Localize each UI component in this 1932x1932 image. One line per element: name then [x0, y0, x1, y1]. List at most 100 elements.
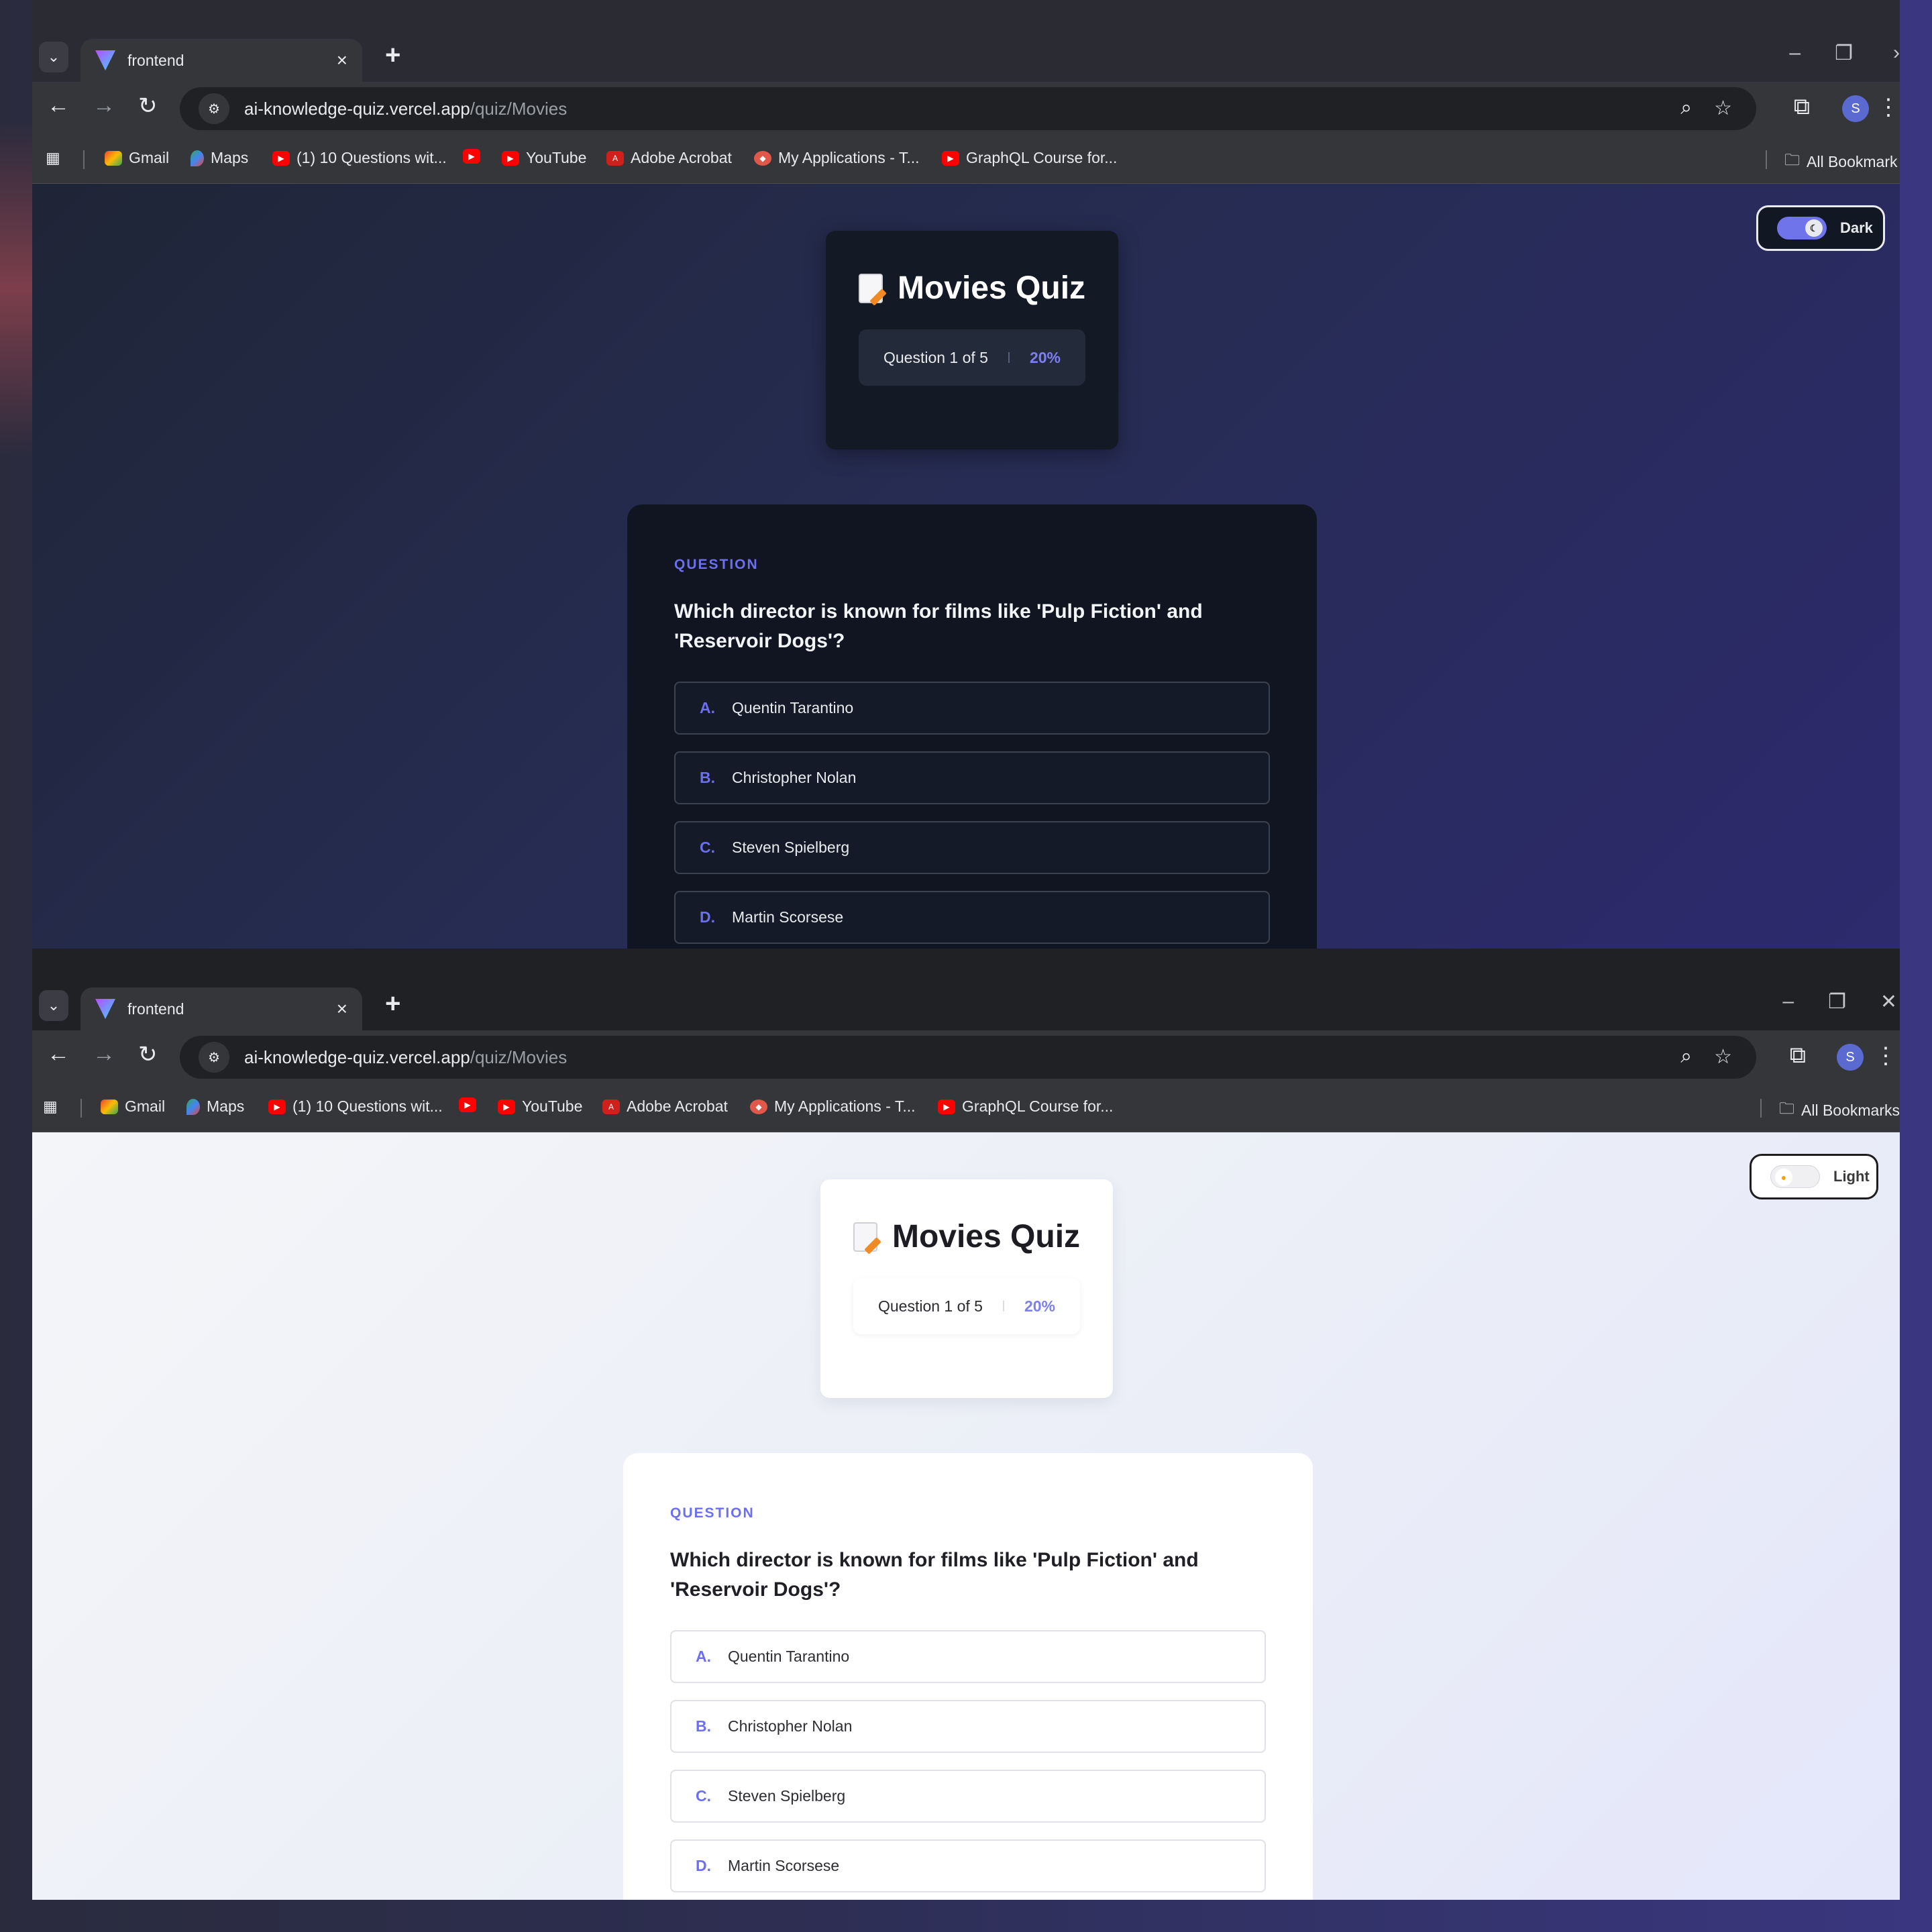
- tab-title: frontend: [127, 51, 184, 69]
- toggle-switch[interactable]: ☾: [1777, 217, 1827, 239]
- page-title: Movies Quiz: [897, 270, 1086, 306]
- bookmark-separator: [83, 150, 85, 169]
- tab-search-button[interactable]: ⌄: [39, 990, 68, 1021]
- tab-title: frontend: [127, 1000, 184, 1018]
- youtube-icon: ▶: [498, 1099, 515, 1114]
- bookmark-star-icon[interactable]: ☆: [1714, 97, 1732, 120]
- restore-icon[interactable]: ❐: [1835, 42, 1853, 65]
- back-arrow-icon[interactable]: ←: [47, 1041, 70, 1067]
- question-label: QUESTION: [670, 1505, 755, 1521]
- answer-option-a[interactable]: A. Quentin Tarantino: [674, 682, 1270, 735]
- apps-grid-icon[interactable]: ▦: [46, 149, 60, 167]
- reload-icon[interactable]: ↻: [138, 1041, 158, 1068]
- acrobat-icon: A: [602, 1099, 620, 1114]
- gmail-icon: [105, 150, 122, 166]
- theme-toggle[interactable]: ● Light: [1750, 1154, 1878, 1199]
- bookmark-my-applications[interactable]: ◆ My Applications - T...: [750, 1097, 916, 1116]
- theme-label: Dark: [1840, 219, 1873, 236]
- bookmark-adobe-acrobat[interactable]: A Adobe Acrobat: [606, 149, 732, 167]
- answer-option-c[interactable]: C. Steven Spielberg: [670, 1770, 1266, 1823]
- bookmark-separator: [1766, 150, 1767, 169]
- bookmark-youtube-questions[interactable]: ▶ (1) 10 Questions wit...: [268, 1097, 443, 1116]
- bookmark-gmail[interactable]: Gmail: [101, 1097, 165, 1116]
- extensions-icon[interactable]: ⧉: [1794, 94, 1810, 120]
- active-tab[interactable]: frontend ×: [80, 39, 362, 82]
- apps-grid-icon[interactable]: ▦: [43, 1097, 58, 1116]
- youtube-icon: ▶: [938, 1099, 955, 1114]
- answer-option-b[interactable]: B. Christopher Nolan: [670, 1700, 1266, 1753]
- browser-toolbar: ← → ↻ ⚙ ai-knowledge-quiz.vercel.app/qui…: [32, 82, 1900, 136]
- bookmark-graphql-course[interactable]: ▶ GraphQL Course for...: [942, 149, 1117, 167]
- tab-strip: ⌄ frontend × + – ❐ ✕: [32, 949, 1900, 1030]
- memo-icon: [853, 1222, 877, 1252]
- menu-icon[interactable]: ⋮: [1877, 94, 1900, 121]
- answer-option-b[interactable]: B. Christopher Nolan: [674, 751, 1270, 804]
- active-tab[interactable]: frontend ×: [80, 987, 362, 1030]
- progress-percent: 20%: [1029, 348, 1061, 366]
- youtube-icon: ▶: [272, 150, 290, 166]
- answer-option-c[interactable]: C. Steven Spielberg: [674, 821, 1270, 874]
- vite-favicon-icon: [95, 999, 115, 1019]
- reload-icon[interactable]: ↻: [138, 93, 158, 119]
- bookmark-youtube-blank[interactable]: ▶: [459, 1097, 476, 1112]
- bookmark-youtube[interactable]: ▶ YouTube: [498, 1097, 582, 1116]
- applications-icon: ◆: [754, 150, 771, 166]
- page-title: Movies Quiz: [892, 1219, 1081, 1254]
- bookmark-my-applications[interactable]: ◆ My Applications - T...: [754, 149, 920, 167]
- extensions-icon[interactable]: ⧉: [1790, 1042, 1806, 1069]
- address-bar[interactable]: ⚙ ai-knowledge-quiz.vercel.app/quiz/Movi…: [180, 1036, 1756, 1079]
- tab-search-button[interactable]: ⌄: [39, 42, 68, 72]
- back-arrow-icon[interactable]: ←: [47, 93, 70, 119]
- bookmark-maps[interactable]: Maps: [186, 1097, 244, 1116]
- theme-toggle[interactable]: ☾ Dark: [1756, 205, 1885, 251]
- bookmarks-bar: ▦ Gmail Maps ▶ (1) 10 Questions wit... ▶ …: [32, 136, 1900, 184]
- quiz-header-card: Movies Quiz Question 1 of 5 20%: [826, 231, 1118, 449]
- bookmark-youtube-blank[interactable]: ▶: [463, 149, 480, 164]
- site-info-icon[interactable]: ⚙: [199, 1042, 229, 1073]
- bookmark-youtube[interactable]: ▶ YouTube: [502, 149, 586, 167]
- progress-text: Question 1 of 5: [877, 1297, 983, 1315]
- all-bookmarks-folder[interactable]: 🗀 All Bookmarks: [1779, 1097, 1900, 1124]
- all-bookmarks-folder[interactable]: 🗀 All Bookmark: [1784, 149, 1897, 175]
- bookmark-graphql-course[interactable]: ▶ GraphQL Course for...: [938, 1097, 1113, 1116]
- profile-avatar[interactable]: S: [1837, 1044, 1864, 1071]
- maps-icon: [191, 150, 204, 166]
- bookmark-maps[interactable]: Maps: [191, 149, 248, 167]
- minimize-icon[interactable]: –: [1782, 990, 1794, 1013]
- site-info-icon[interactable]: ⚙: [199, 93, 229, 124]
- chevron-down-icon: ⌄: [47, 48, 60, 65]
- close-window-icon[interactable]: ›: [1893, 42, 1900, 64]
- close-tab-icon[interactable]: ×: [337, 998, 347, 1020]
- new-tab-button[interactable]: +: [385, 989, 400, 1019]
- forward-arrow-icon[interactable]: →: [93, 93, 115, 119]
- youtube-icon: ▶: [459, 1097, 476, 1112]
- gmail-icon: [101, 1099, 118, 1114]
- bookmark-youtube-questions[interactable]: ▶ (1) 10 Questions wit...: [272, 149, 447, 167]
- youtube-icon: ▶: [463, 149, 480, 164]
- bookmark-adobe-acrobat[interactable]: A Adobe Acrobat: [602, 1097, 728, 1116]
- acrobat-icon: A: [606, 150, 624, 166]
- minimize-icon[interactable]: –: [1789, 42, 1801, 64]
- answer-option-d[interactable]: D. Martin Scorsese: [670, 1839, 1266, 1892]
- restore-icon[interactable]: ❐: [1828, 990, 1846, 1014]
- zoom-icon[interactable]: ⌕: [1680, 97, 1692, 119]
- question-text: Which director is known for films like '…: [674, 600, 1203, 652]
- answer-option-a[interactable]: A. Quentin Tarantino: [670, 1630, 1266, 1683]
- address-bar[interactable]: ⚙ ai-knowledge-quiz.vercel.app/quiz/Movi…: [180, 87, 1756, 130]
- bookmark-gmail[interactable]: Gmail: [105, 149, 169, 167]
- close-tab-icon[interactable]: ×: [337, 50, 347, 71]
- toggle-switch[interactable]: ●: [1770, 1165, 1820, 1188]
- page-content: ● Light Movies Quiz Question 1 of 5 20% …: [32, 1132, 1900, 1900]
- new-tab-button[interactable]: +: [385, 40, 400, 70]
- url-path: /quiz/Movies: [470, 98, 568, 119]
- zoom-icon[interactable]: ⌕: [1680, 1045, 1692, 1068]
- profile-avatar[interactable]: S: [1842, 95, 1869, 122]
- forward-arrow-icon[interactable]: →: [93, 1041, 115, 1067]
- close-window-icon[interactable]: ✕: [1880, 990, 1897, 1014]
- bookmark-star-icon[interactable]: ☆: [1714, 1045, 1732, 1069]
- url-host: ai-knowledge-quiz.vercel.app: [244, 1046, 470, 1067]
- menu-icon[interactable]: ⋮: [1874, 1042, 1897, 1069]
- progress-text: Question 1 of 5: [883, 348, 988, 366]
- answer-option-d[interactable]: D. Martin Scorsese: [674, 891, 1270, 944]
- sun-icon: ●: [1775, 1169, 1792, 1186]
